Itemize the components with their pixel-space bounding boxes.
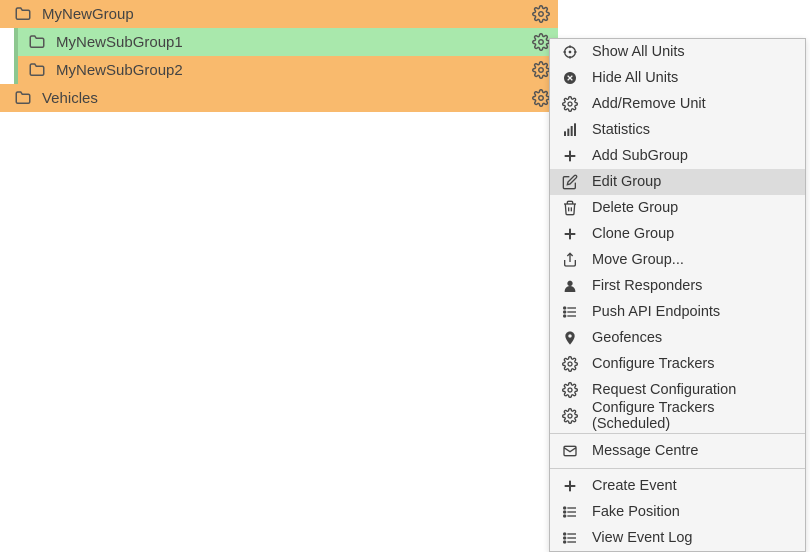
tree-row[interactable]: MyNewSubGroup2 xyxy=(14,56,558,84)
pin-icon xyxy=(562,330,578,346)
list-icon xyxy=(562,504,578,520)
menu-item-label: Configure Trackers (Scheduled) xyxy=(592,400,793,432)
plus-icon xyxy=(562,148,578,164)
tree-row[interactable]: MyNewSubGroup1 xyxy=(14,28,558,56)
tree-row-label: MyNewSubGroup1 xyxy=(56,34,532,51)
folder-icon xyxy=(28,33,46,51)
menu-item-label: Request Configuration xyxy=(592,382,736,398)
menu-item-label: Hide All Units xyxy=(592,70,678,86)
menu-item[interactable]: First Responders xyxy=(550,273,805,299)
gear-icon xyxy=(562,356,578,372)
menu-item[interactable]: View Event Log xyxy=(550,525,805,551)
gear-icon[interactable] xyxy=(532,89,550,107)
menu-divider xyxy=(550,433,805,434)
gear-icon[interactable] xyxy=(532,5,550,23)
menu-item-label: Edit Group xyxy=(592,174,661,190)
share-icon xyxy=(562,252,578,268)
menu-item-label: Configure Trackers xyxy=(592,356,715,372)
list-icon xyxy=(562,530,578,546)
crosshair-icon xyxy=(562,44,578,60)
edit-icon xyxy=(562,174,578,190)
menu-item[interactable]: Delete Group xyxy=(550,195,805,221)
tree-row-label: MyNewGroup xyxy=(42,6,532,23)
folder-icon xyxy=(14,5,32,23)
menu-item-label: Message Centre xyxy=(592,443,698,459)
tree-row-label: MyNewSubGroup2 xyxy=(56,62,532,79)
menu-item-label: First Responders xyxy=(592,278,702,294)
menu-item[interactable]: Show All Units xyxy=(550,39,805,65)
menu-item-label: Clone Group xyxy=(592,226,674,242)
trash-icon xyxy=(562,200,578,216)
menu-item[interactable]: Edit Group xyxy=(550,169,805,195)
menu-item-label: Add SubGroup xyxy=(592,148,688,164)
person-icon xyxy=(562,278,578,294)
menu-item[interactable]: Move Group... xyxy=(550,247,805,273)
menu-item-label: Fake Position xyxy=(592,504,680,520)
gear-icon xyxy=(562,382,578,398)
menu-item-label: Move Group... xyxy=(592,252,684,268)
menu-item[interactable]: Add SubGroup xyxy=(550,143,805,169)
menu-item-label: Add/Remove Unit xyxy=(592,96,706,112)
menu-divider xyxy=(550,468,805,469)
gear-icon xyxy=(562,96,578,112)
menu-item[interactable]: Fake Position xyxy=(550,499,805,525)
context-menu: Show All Units Hide All Units Add/Remove U… xyxy=(549,38,806,552)
gear-icon[interactable] xyxy=(532,61,550,79)
gear-icon[interactable] xyxy=(532,33,550,51)
x-circle-icon xyxy=(562,70,578,86)
menu-item[interactable]: Add/Remove Unit xyxy=(550,91,805,117)
bars-icon xyxy=(562,122,578,138)
tree-row[interactable]: MyNewGroup xyxy=(0,0,558,28)
tree-row[interactable]: Vehicles xyxy=(0,84,558,112)
plus-icon xyxy=(562,226,578,242)
menu-item-label: Create Event xyxy=(592,478,677,494)
menu-item[interactable]: Configure Trackers (Scheduled) xyxy=(550,403,805,429)
menu-item[interactable]: Geofences xyxy=(550,325,805,351)
menu-item-label: Push API Endpoints xyxy=(592,304,720,320)
group-tree: MyNewGroup MyNewSubGroup1 MyNewSubGroup2 Ve… xyxy=(0,0,558,112)
menu-item-label: Show All Units xyxy=(592,44,685,60)
envelope-icon xyxy=(562,443,578,459)
menu-item-label: View Event Log xyxy=(592,530,693,546)
menu-item-label: Delete Group xyxy=(592,200,678,216)
menu-item[interactable]: Statistics xyxy=(550,117,805,143)
menu-item-label: Statistics xyxy=(592,122,650,138)
list-icon xyxy=(562,304,578,320)
menu-item[interactable]: Message Centre xyxy=(550,438,805,464)
tree-row-label: Vehicles xyxy=(42,90,532,107)
folder-icon xyxy=(28,61,46,79)
menu-item[interactable]: Push API Endpoints xyxy=(550,299,805,325)
folder-icon xyxy=(14,89,32,107)
menu-item-label: Geofences xyxy=(592,330,662,346)
plus-icon xyxy=(562,478,578,494)
menu-item[interactable]: Hide All Units xyxy=(550,65,805,91)
menu-item[interactable]: Clone Group xyxy=(550,221,805,247)
menu-item[interactable]: Configure Trackers xyxy=(550,351,805,377)
menu-item[interactable]: Create Event xyxy=(550,473,805,499)
gear-icon xyxy=(562,408,578,424)
